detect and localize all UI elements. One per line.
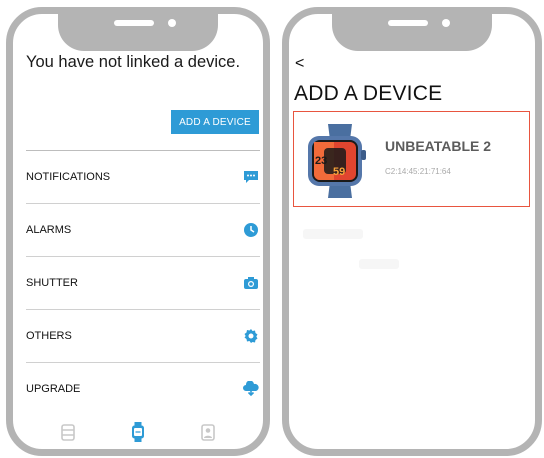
watch-icon[interactable] [128,421,148,443]
smartwatch-image: 23 59 [302,124,376,198]
faded-background-detail [359,259,399,269]
menu-item-label: NOTIFICATIONS [26,171,111,183]
device-name: UNBEATABLE 2 [385,138,492,154]
camera-icon [242,274,260,292]
settings-menu: NOTIFICATIONS ALARMS SHUTTER OTHERS UPGR… [26,150,260,415]
front-camera [168,19,176,27]
phone-notch [58,14,218,51]
speaker-slot [388,20,428,26]
bottom-navigation [13,412,263,449]
menu-item-notifications[interactable]: NOTIFICATIONS [26,150,260,203]
menu-item-shutter[interactable]: SHUTTER [26,256,260,309]
menu-item-upgrade[interactable]: UPGRADE [26,362,260,415]
clock-icon [242,221,260,239]
speaker-slot [114,20,154,26]
profile-icon[interactable] [198,421,218,443]
no-device-message: You have not linked a device. [26,53,241,71]
device-list-item[interactable]: 23 59 UNBEATABLE 2 C2:14:45:21:71:64 [293,111,530,207]
menu-item-alarms[interactable]: ALARMS [26,203,260,256]
chat-bubble-icon [242,168,260,186]
menu-item-label: UPGRADE [26,383,81,395]
cloud-download-icon [242,380,260,398]
phone-frame-right: < ADD A DEVICE 23 59 UNBEATABLE 2 C2:14:… [282,7,542,456]
device-card-icon[interactable] [58,421,78,443]
watch-hours: 23 [315,155,327,167]
gear-icon [242,327,260,345]
front-camera [442,19,450,27]
menu-item-label: OTHERS [26,330,72,342]
page-title: ADD A DEVICE [294,82,443,105]
menu-item-label: SHUTTER [26,277,78,289]
menu-item-label: ALARMS [26,224,72,236]
back-button[interactable]: < [295,55,304,73]
watch-minutes: 59 [333,166,345,178]
phone-frame-left: You have not linked a device. ADD A DEVI… [6,7,270,456]
menu-item-others[interactable]: OTHERS [26,309,260,362]
faded-background-detail [303,229,363,239]
device-mac-address: C2:14:45:21:71:64 [385,167,451,176]
add-device-button[interactable]: ADD A DEVICE [171,110,259,134]
phone-notch [332,14,492,51]
